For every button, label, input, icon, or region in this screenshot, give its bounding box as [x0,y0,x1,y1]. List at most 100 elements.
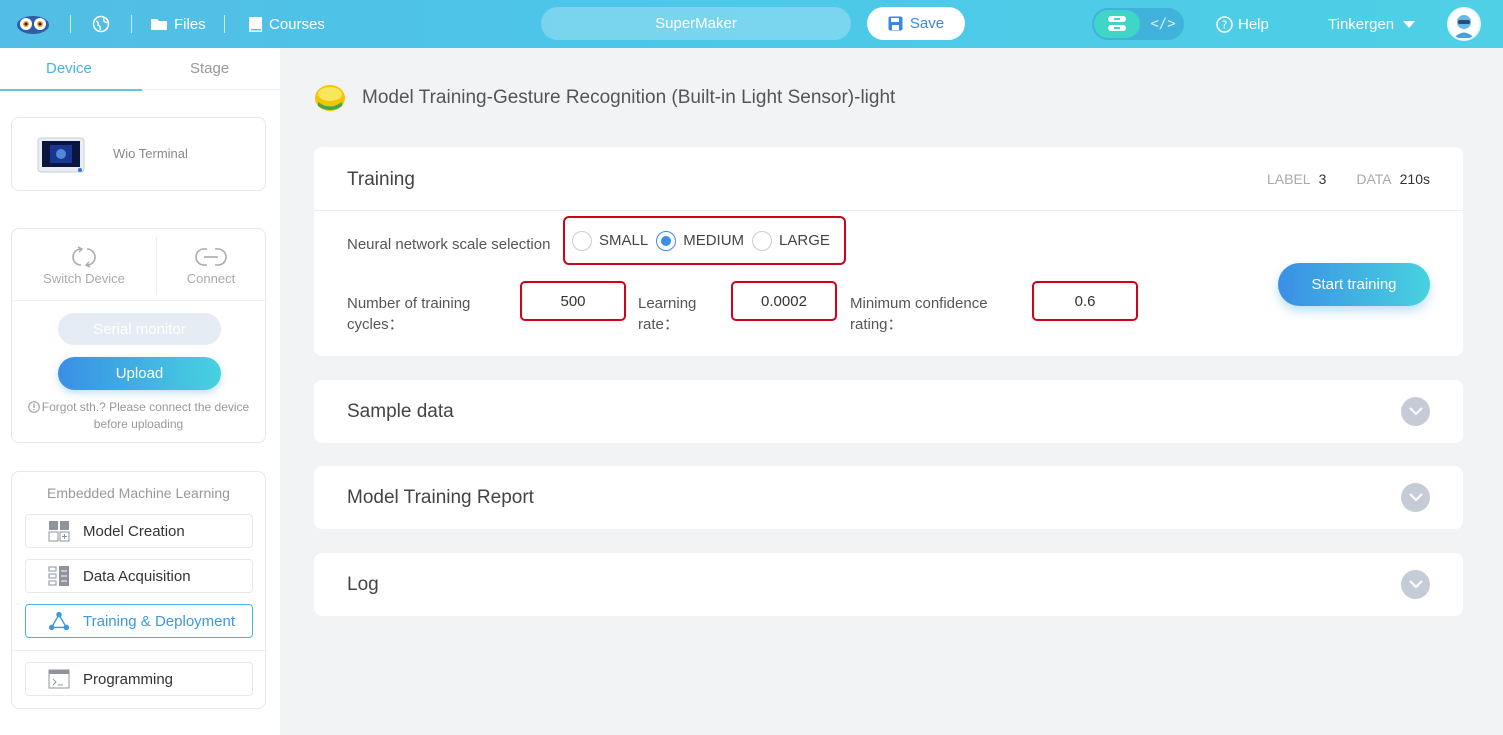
divider [70,15,71,33]
network-triangle-icon [48,610,70,632]
editor-mode-toggle[interactable]: </> [1092,8,1184,40]
nav-label: Model Creation [83,522,185,540]
blocks-mode-icon[interactable] [1094,10,1140,38]
nav-model-creation[interactable]: Model Creation [25,514,253,548]
start-training-button[interactable]: Start training [1278,263,1430,306]
help-label: Help [1238,15,1269,33]
min-confidence-label: Minimum confidence rating： [850,295,988,333]
radio-label: MEDIUM [683,232,745,249]
learning-rate-label: Learning rate： [638,295,697,333]
upload-button[interactable]: Upload [58,357,221,390]
switch-device-label: Switch Device [43,271,125,286]
radio-medium[interactable]: MEDIUM [656,230,745,251]
divider [224,15,225,33]
page-header: Model Training-Gesture Recognition (Buil… [314,84,895,112]
nav-programming[interactable]: Programming [25,662,253,696]
owl-logo-icon[interactable] [16,0,50,48]
folder-icon [150,17,168,31]
sidebar-tabs: Device Stage [0,48,280,91]
device-name: Wio Terminal [113,146,188,161]
save-label: Save [909,15,945,32]
switch-device-button[interactable]: Switch Device [24,243,144,286]
radio-small[interactable]: SMALL [572,230,649,251]
courses-label: Courses [269,15,325,33]
light-sensor-icon [314,84,346,112]
switch-arrows-icon [24,243,144,271]
user-menu[interactable]: Tinkergen [1328,0,1416,48]
label-count-value: 3 [1318,171,1327,187]
chevron-down-icon[interactable] [1401,397,1430,426]
warning-text: Forgot sth.? Please connect the device b… [41,400,250,431]
nav-label: Programming [83,670,174,688]
radio-circle[interactable] [656,230,677,251]
learning-rate-input[interactable]: 0.0002 [731,281,837,321]
nn-scale-label: Neural network scale selection [347,236,551,253]
connection-card: Switch Device Connect Serial monitor Upl… [11,228,266,443]
training-cycles-label: Number of training cycles： [347,295,471,333]
link-icon [151,243,271,271]
nav-label: Data Acquisition [83,567,191,585]
warning-circle-icon [27,401,40,417]
help-link[interactable]: ? Help [1216,0,1269,48]
chevron-down-icon[interactable] [1401,570,1430,599]
tab-stage[interactable]: Stage [190,60,229,77]
user-name: Tinkergen [1328,15,1395,33]
training-cycles-input[interactable]: 500 [520,281,626,321]
files-label: Files [174,15,206,33]
divider [12,300,265,301]
radio-circle[interactable] [572,230,592,251]
divider [314,210,1463,211]
upload-warning: Forgot sth.? Please connect the device b… [12,400,265,432]
data-duration-value: 210s [1399,171,1430,187]
data-duration-key: DATA [1356,171,1392,187]
avatar[interactable] [1447,7,1481,41]
code-mode-icon[interactable]: </> [1146,8,1180,40]
question-circle-icon: ? [1216,15,1233,33]
serial-monitor-button[interactable]: Serial monitor [58,313,221,345]
connect-button[interactable]: Connect [151,243,271,286]
tab-device[interactable]: Device [46,60,92,77]
nn-scale-radio-group: SMALL MEDIUM LARGE [563,216,846,265]
nav-label: Training & Deployment [83,612,236,630]
courses-menu[interactable]: Courses [248,0,325,48]
min-confidence-input[interactable]: 0.6 [1032,281,1138,321]
sample-data-panel[interactable]: Sample data [314,380,1463,443]
caret-down-icon [1402,20,1416,29]
radio-circle[interactable] [752,230,773,251]
book-icon [248,16,263,33]
terminal-icon [48,668,70,690]
radio-large[interactable]: LARGE [752,230,830,251]
divider [131,15,132,33]
training-title: Training [347,169,415,190]
label-count-key: LABEL [1266,171,1311,187]
floppy-disk-icon [888,16,903,31]
section-title: Sample data [347,401,454,422]
files-menu[interactable]: Files [150,0,206,48]
chevron-down-icon[interactable] [1401,483,1430,512]
grid-plus-icon [48,520,70,542]
embedded-ml-card: Embedded Machine Learning Model Creation… [11,471,266,709]
training-stats: LABEL 3 DATA 210s [1267,171,1430,187]
top-bar: Files Courses SuperMaker Save </> ? Help… [0,0,1503,48]
globe-icon[interactable] [92,0,110,48]
data-list-icon [48,565,70,587]
svg-text:?: ? [1222,18,1228,31]
nav-data-acquisition[interactable]: Data Acquisition [25,559,253,593]
section-title: Log [347,574,379,595]
radio-label: LARGE [779,232,830,249]
active-tab-indicator [0,89,142,91]
page-title: Model Training-Gesture Recognition (Buil… [362,87,896,108]
wio-terminal-image [36,135,86,175]
nav-training-deployment[interactable]: Training & Deployment [25,604,253,638]
radio-label: SMALL [599,232,649,249]
divider [12,650,265,651]
ml-section-title: Embedded Machine Learning [47,485,230,501]
model-training-report-panel[interactable]: Model Training Report [314,466,1463,529]
device-card[interactable]: Wio Terminal [11,117,266,191]
section-title: Model Training Report [347,487,534,508]
connect-label: Connect [186,271,236,286]
save-button[interactable]: Save [867,7,965,40]
project-name-field[interactable]: SuperMaker [541,7,851,40]
log-panel[interactable]: Log [314,553,1463,616]
training-panel: Training LABEL 3 DATA 210s Neural networ… [314,147,1463,356]
